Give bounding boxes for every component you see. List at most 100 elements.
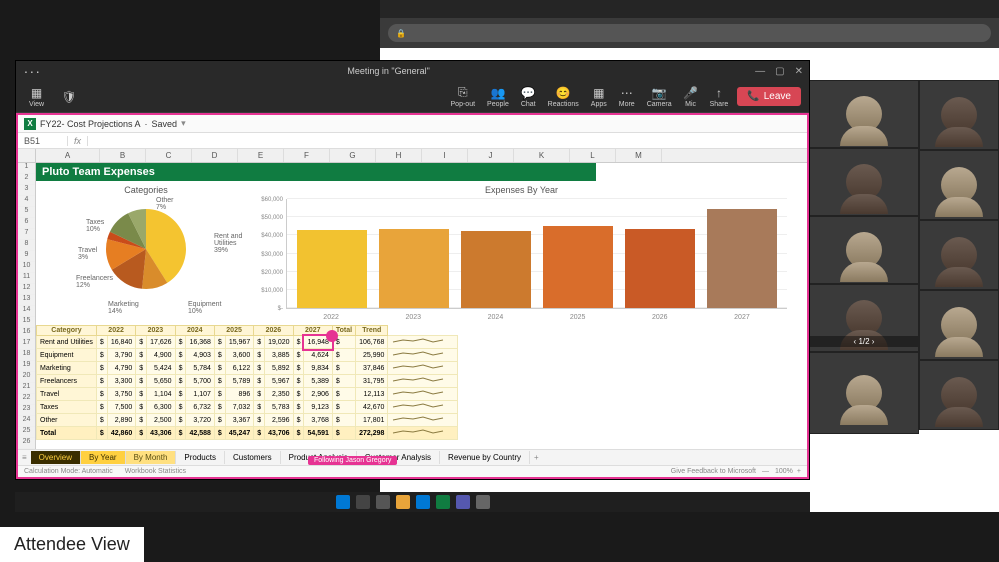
row-header[interactable]: 9 <box>18 251 35 262</box>
row-header[interactable]: 18 <box>18 350 35 361</box>
mic-button[interactable]: 🎤Mic <box>679 84 703 110</box>
leave-button[interactable]: 📞 Leave <box>737 87 801 106</box>
taskbar-search-icon[interactable] <box>356 495 370 509</box>
col-header[interactable]: G <box>330 149 376 162</box>
col-header[interactable]: D <box>192 149 238 162</box>
chevron-down-icon[interactable]: ▾ <box>181 118 186 129</box>
sheet-tab[interactable]: Customers <box>225 451 281 464</box>
video-tile[interactable] <box>919 360 999 430</box>
video-tile[interactable] <box>919 220 999 290</box>
row-header[interactable]: 3 <box>18 185 35 196</box>
col-header[interactable]: I <box>422 149 468 162</box>
more-icon[interactable]: ... <box>24 60 42 76</box>
people-button[interactable]: 👥People <box>482 84 514 110</box>
row-header[interactable]: 26 <box>18 438 35 449</box>
minimize-icon[interactable]: — <box>755 66 765 77</box>
row-header[interactable]: 19 <box>18 361 35 372</box>
table-row[interactable]: Travel$3,750$1,104$1,107$896$2,350$2,906… <box>37 388 458 401</box>
taskbar-app-icon[interactable] <box>396 495 410 509</box>
row-header[interactable]: 5 <box>18 207 35 218</box>
taskbar-teams-icon[interactable] <box>456 495 470 509</box>
view-button[interactable]: ▦ View <box>24 84 49 110</box>
video-tile[interactable]: ‹ 1/2 › <box>809 284 919 352</box>
taskbar-app-icon[interactable] <box>376 495 390 509</box>
feedback-link[interactable]: Give Feedback to Microsoft <box>671 468 756 475</box>
row-header[interactable]: 25 <box>18 427 35 438</box>
expenses-table[interactable]: Category202220232024202520262027TotalTre… <box>36 325 458 440</box>
taskbar-app-icon[interactable] <box>416 495 430 509</box>
col-header[interactable]: J <box>468 149 514 162</box>
add-sheet-icon[interactable]: + <box>530 453 543 462</box>
row-header[interactable]: 8 <box>18 240 35 251</box>
row-header[interactable]: 4 <box>18 196 35 207</box>
row-header[interactable]: 13 <box>18 295 35 306</box>
name-box[interactable]: B51 <box>18 136 68 146</box>
video-tile[interactable] <box>809 80 919 148</box>
row-header[interactable]: 15 <box>18 317 35 328</box>
table-row[interactable]: Equipment$3,790$4,900$4,903$3,600$3,885$… <box>37 349 458 362</box>
tab-nav-menu-icon[interactable]: ≡ <box>18 453 31 462</box>
row-header[interactable]: 12 <box>18 284 35 295</box>
sheet-tab[interactable]: By Month <box>126 451 177 464</box>
sheet-tab[interactable]: Revenue by Country <box>440 451 530 464</box>
row-header[interactable]: 1 <box>18 163 35 174</box>
row-header[interactable]: 11 <box>18 273 35 284</box>
taskbar-app-icon[interactable] <box>476 495 490 509</box>
col-header[interactable]: E <box>238 149 284 162</box>
video-pager[interactable]: ‹ 1/2 › <box>810 336 918 347</box>
table-row[interactable]: Freelancers$3,300$5,650$5,700$5,789$5,96… <box>37 375 458 388</box>
row-header[interactable]: 20 <box>18 372 35 383</box>
zoom-level[interactable]: 100% <box>775 468 793 475</box>
col-header[interactable]: A <box>36 149 100 162</box>
chat-button[interactable]: 💬Chat <box>516 84 541 110</box>
col-header[interactable]: H <box>376 149 422 162</box>
video-tile[interactable] <box>809 148 919 216</box>
table-row[interactable]: Taxes$7,500$6,300$6,732$7,032$5,783$9,12… <box>37 401 458 414</box>
taskbar-app-icon[interactable] <box>436 495 450 509</box>
row-header[interactable]: 22 <box>18 394 35 405</box>
col-header[interactable]: C <box>146 149 192 162</box>
row-header[interactable]: 6 <box>18 218 35 229</box>
sheet-tab[interactable]: Overview <box>31 451 81 464</box>
col-header[interactable]: F <box>284 149 330 162</box>
row-header[interactable]: 24 <box>18 416 35 427</box>
col-header[interactable]: L <box>570 149 616 162</box>
sheet-content[interactable]: Pluto Team Expenses Categories Other7%Ta… <box>36 163 807 449</box>
row-header[interactable]: 17 <box>18 339 35 350</box>
row-header[interactable]: 23 <box>18 405 35 416</box>
col-header[interactable]: B <box>100 149 146 162</box>
more-button[interactable]: ⋯More <box>614 84 640 110</box>
workbook-stats[interactable]: Workbook Statistics <box>125 468 186 475</box>
video-tile[interactable] <box>919 150 999 220</box>
close-icon[interactable]: ✕ <box>795 66 803 77</box>
col-header[interactable]: K <box>514 149 570 162</box>
row-header[interactable]: 21 <box>18 383 35 394</box>
fx-icon[interactable]: fx <box>68 136 88 146</box>
col-header[interactable]: M <box>616 149 662 162</box>
camera-button[interactable]: 📷Camera <box>642 84 677 110</box>
maximize-icon[interactable]: ▢ <box>775 66 784 77</box>
table-row[interactable]: Marketing$4,790$5,424$5,784$6,122$5,892$… <box>37 362 458 375</box>
pop-out-button[interactable]: ⎘Pop-out <box>446 84 481 110</box>
sheet-tab[interactable]: By Year <box>81 451 126 464</box>
video-tile[interactable] <box>919 290 999 360</box>
taskbar-start-icon[interactable] <box>336 495 350 509</box>
video-tile[interactable] <box>919 80 999 150</box>
table-row[interactable]: Rent and Utilities$16,840$17,626$16,368$… <box>37 336 458 349</box>
row-header[interactable]: 16 <box>18 328 35 339</box>
background-address-bar[interactable]: 🔒 <box>388 24 991 42</box>
table-row[interactable]: Other$2,890$2,500$3,720$3,367$2,596$3,76… <box>37 414 458 427</box>
reactions-button[interactable]: 😊Reactions <box>543 84 584 110</box>
row-header[interactable]: 2 <box>18 174 35 185</box>
video-tile[interactable] <box>809 352 919 434</box>
row-header[interactable]: 14 <box>18 306 35 317</box>
row-header[interactable]: 10 <box>18 262 35 273</box>
share-button[interactable]: ↑Share <box>705 84 734 110</box>
table-row[interactable]: Total$42,860$43,306$42,588$45,247$43,706… <box>37 427 458 440</box>
sheet-tab[interactable]: Products <box>176 451 225 464</box>
shield-button[interactable]: 🛡 <box>57 88 81 106</box>
video-tile[interactable] <box>809 216 919 284</box>
row-header[interactable]: 7 <box>18 229 35 240</box>
apps-button[interactable]: ▦Apps <box>586 84 612 110</box>
x-tick: 2025 <box>543 314 613 321</box>
